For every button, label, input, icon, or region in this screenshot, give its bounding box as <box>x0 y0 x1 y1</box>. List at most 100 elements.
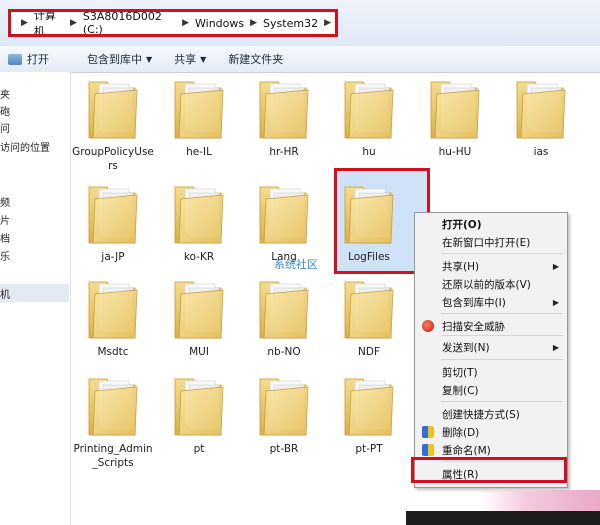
share-label: 共享 <box>174 53 197 66</box>
folder-item[interactable]: hu-HU <box>413 72 497 172</box>
context-menu-item[interactable]: 复制(C) <box>415 381 567 399</box>
context-menu-item[interactable]: 打开(O) <box>415 215 567 233</box>
menu-separator <box>441 359 563 360</box>
folder-label: Msdtc <box>97 346 129 358</box>
open-label: 打开 <box>27 53 49 66</box>
folder-label: GroupPolicyUsers <box>72 146 154 172</box>
submenu-arrow-icon: ▶ <box>552 261 559 271</box>
folder-label: hu-HU <box>438 146 472 158</box>
context-menu-item[interactable]: 包含到库中(I) ▶ <box>415 293 567 311</box>
folder-icon <box>171 373 227 437</box>
navigation-pane: 夹 砲 问 访问的位置 频 片 档 乐 机 <box>0 72 71 525</box>
share-button[interactable]: 共享 ▼ <box>174 51 206 67</box>
breadcrumb-annotation-box <box>8 9 338 37</box>
folder-icon <box>85 276 141 340</box>
folder-item[interactable]: MUI <box>157 272 241 372</box>
context-menu-item-label: 扫描安全威胁 <box>442 320 505 333</box>
address-bar: ▶ 计算机 ▶ S3A8016D002 (C:) ▶ Windows ▶ Sys… <box>0 0 600 47</box>
include-library-label: 包含到库中 <box>87 53 142 66</box>
context-menu-item[interactable]: 创建快捷方式(S) <box>415 405 567 423</box>
decorative-bar <box>406 511 600 525</box>
context-menu-item-label: 发送到(N) <box>442 341 490 354</box>
folder-icon <box>171 76 227 140</box>
open-button[interactable]: 打开 <box>8 51 49 67</box>
nav-item-computer[interactable]: 机 <box>0 286 10 301</box>
properties-annotation-box <box>411 457 567 483</box>
folder-icon <box>256 76 312 140</box>
menu-separator <box>441 335 563 336</box>
menu-separator <box>441 401 563 402</box>
nav-item[interactable]: 乐 <box>0 248 10 263</box>
folder-icon <box>256 276 312 340</box>
folder-item[interactable]: hu <box>327 72 411 172</box>
nav-item[interactable]: 砲 <box>0 103 10 118</box>
context-menu-item[interactable]: 扫描安全威胁 <box>415 317 567 335</box>
nav-item[interactable]: 档 <box>0 230 10 245</box>
menu-separator <box>441 313 563 314</box>
folder-label: pt <box>193 443 205 455</box>
folder-item[interactable]: hr-HR <box>242 72 326 172</box>
folder-label: Printing_Admin_Scripts <box>73 443 153 469</box>
folder-item[interactable]: NDF <box>327 272 411 372</box>
nav-item[interactable]: 夹 <box>0 86 10 101</box>
folder-label: ko-KR <box>183 251 215 263</box>
folder-icon <box>341 276 397 340</box>
context-menu-item[interactable]: 共享(H) ▶ <box>415 257 567 275</box>
submenu-arrow-icon: ▶ <box>552 297 559 307</box>
scan-security-icon <box>422 320 434 332</box>
folder-item[interactable]: pt <box>157 369 241 469</box>
context-menu: 打开(O) 在新窗口中打开(E) 共享(H) ▶ 还原以前的版本(V) 包含到库中(I) ▶… <box>414 212 568 488</box>
nav-selected-row <box>0 284 69 302</box>
folder-label: hu <box>362 146 376 158</box>
folder-item[interactable]: pt-PT <box>327 369 411 469</box>
context-menu-item[interactable]: 在新窗口中打开(E) <box>415 233 567 251</box>
uac-shield-icon <box>422 426 434 438</box>
folder-item[interactable]: he-IL <box>157 72 241 172</box>
context-menu-item-label: 重命名(M) <box>442 444 491 457</box>
folder-item[interactable]: Printing_Admin_Scripts <box>71 369 155 469</box>
nav-item[interactable]: 问 <box>0 120 10 135</box>
folder-item[interactable]: ja-JP <box>71 177 155 277</box>
folder-icon <box>85 76 141 140</box>
folder-icon <box>256 373 312 437</box>
context-menu-item-label: 复制(C) <box>442 384 479 397</box>
folder-icon <box>341 76 397 140</box>
folder-item[interactable]: Msdtc <box>71 272 155 372</box>
folder-item[interactable]: pt-BR <box>242 369 326 469</box>
folder-icon <box>513 76 569 140</box>
submenu-arrow-icon: ▶ <box>552 342 559 352</box>
context-menu-item[interactable]: 发送到(N) ▶ <box>415 338 567 356</box>
uac-shield-icon <box>422 444 434 456</box>
nav-item[interactable]: 频 <box>0 194 10 209</box>
context-menu-item-label: 还原以前的版本(V) <box>442 278 531 291</box>
folder-item[interactable]: ko-KR <box>157 177 241 277</box>
folder-label: ja-JP <box>101 251 125 263</box>
folder-icon <box>427 76 483 140</box>
context-menu-item[interactable]: 剪切(T) <box>415 363 567 381</box>
context-menu-item-label: 包含到库中(I) <box>442 296 506 309</box>
context-menu-item[interactable]: 还原以前的版本(V) <box>415 275 567 293</box>
folder-icon <box>256 181 312 245</box>
include-library-button[interactable]: 包含到库中 ▼ <box>87 51 152 67</box>
new-folder-button[interactable]: 新建文件夹 <box>228 51 283 67</box>
context-menu-item-label: 打开(O) <box>442 218 482 231</box>
caret-down-icon: ▼ <box>200 54 207 64</box>
caret-down-icon: ▼ <box>146 54 153 64</box>
nav-item-recent-places[interactable]: 访问的位置 <box>0 139 50 154</box>
open-icon <box>8 53 22 65</box>
folder-icon <box>85 373 141 437</box>
folder-label: ias <box>533 146 549 158</box>
folder-item[interactable]: nb-NO <box>242 272 326 372</box>
menu-separator <box>441 253 563 254</box>
context-menu-item-label: 删除(D) <box>442 426 480 439</box>
nav-item[interactable]: 片 <box>0 212 10 227</box>
folder-label: NDF <box>358 346 380 358</box>
context-menu-item-label: 共享(H) <box>442 260 480 273</box>
folder-label: MUI <box>189 346 209 358</box>
command-bar: 打开 包含到库中 ▼ 共享 ▼ 新建文件夹 <box>0 46 600 73</box>
folder-label: pt-BR <box>269 443 299 455</box>
folder-item[interactable]: GroupPolicyUsers <box>71 72 155 172</box>
context-menu-item[interactable]: 删除(D) <box>415 423 567 441</box>
folder-item[interactable]: ias <box>499 72 583 172</box>
folder-label: nb-NO <box>267 346 301 358</box>
